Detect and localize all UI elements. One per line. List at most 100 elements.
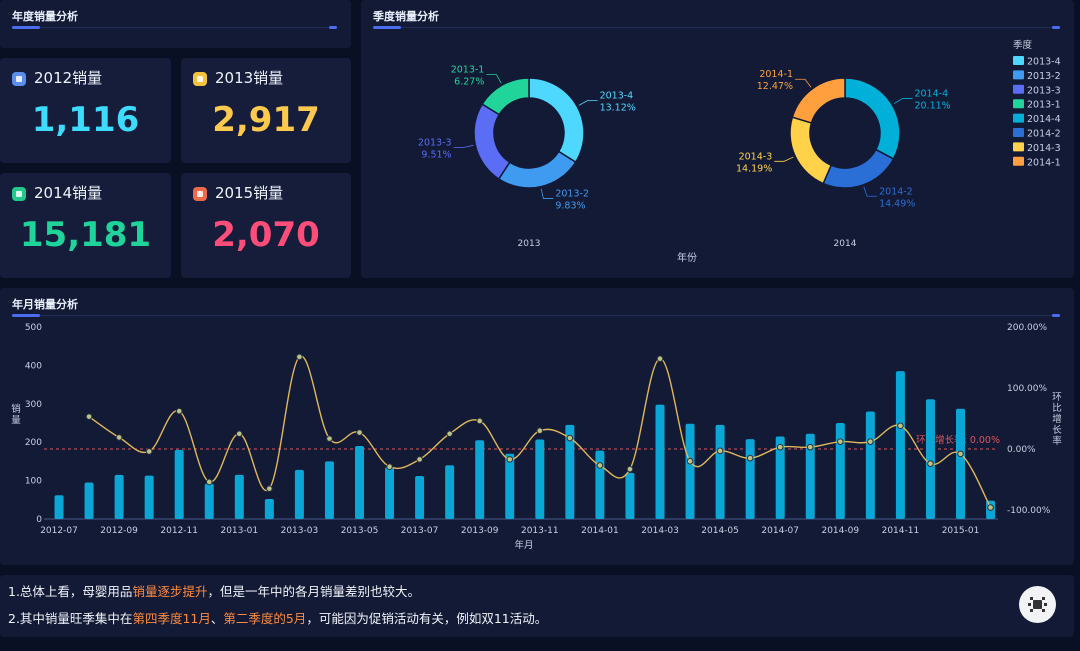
note-highlight: 第四季度11月 — [132, 611, 211, 626]
growth-rate-point — [686, 457, 694, 465]
y-tick-label: 200 — [25, 438, 42, 448]
note-line-2: 2.其中销量旺季集中在第四季度11月、第二季度的5月，可能因为促销活动有关，例如… — [8, 611, 548, 626]
pie-slice-value: 6.27% — [454, 76, 484, 87]
x-tick-label: 2012-07 — [40, 526, 78, 536]
growth-rate-point — [927, 460, 934, 467]
pie-category-label: 2014 — [834, 239, 857, 249]
card-label: 2014销量 — [34, 184, 103, 202]
pie-slice — [822, 148, 895, 189]
pie-slice-name: 2014-4 — [914, 89, 948, 100]
x-tick-label: 2013-01 — [220, 526, 258, 536]
card-label: 2012销量 — [34, 69, 103, 87]
x-tick-label: 2012-09 — [100, 526, 138, 536]
pie-label-line — [453, 144, 474, 148]
bar — [114, 474, 124, 519]
note-highlight: 第二季度的5月 — [223, 611, 307, 626]
pie-label-line — [486, 74, 502, 84]
x-tick-label: 2013-07 — [401, 526, 439, 536]
pie-slice — [789, 116, 833, 185]
legend-swatch — [1013, 156, 1024, 166]
growth-rate-point — [476, 417, 484, 425]
bar — [475, 440, 485, 519]
legend-entry: 2014-3 — [1027, 143, 1061, 154]
pie-slice-name: 2013-1 — [451, 64, 485, 75]
card-2015: 2015销量 2,070 — [181, 173, 351, 278]
x-tick-label: 2014-03 — [641, 526, 679, 536]
bar — [385, 467, 395, 519]
bar — [595, 450, 605, 519]
legend-swatch — [1013, 99, 1024, 109]
y-tick-label: 400 — [25, 361, 42, 371]
legend-entry: 2013-4 — [1027, 57, 1061, 68]
quarterly-panel: 季度销量分析 2013-4 13.12% 2013-2 9.83% 2013-3 9.51… — [361, 0, 1074, 278]
growth-rate-point — [957, 450, 964, 458]
x-tick-label: 2014-01 — [581, 526, 619, 536]
notes-panel: 1.总体上看，母婴用品销量逐步提升，但是一年中的各月销量差别也较大。 2.其中销… — [0, 575, 1074, 637]
card-value: 1,116 — [31, 100, 140, 140]
x-tick-label: 2012-11 — [160, 526, 198, 536]
pie-slice — [844, 77, 901, 160]
pie-x-axis-label: 年份 — [677, 251, 697, 264]
bar — [535, 439, 545, 519]
growth-rate-point — [506, 456, 514, 463]
pie-label-line — [578, 100, 598, 106]
pie-slice — [481, 77, 530, 116]
growth-rate-point — [596, 462, 604, 469]
y-tick-label: 100 — [25, 477, 42, 487]
yearly-panel: 年度销量分析 — [0, 0, 351, 48]
growth-rate-point — [446, 430, 453, 438]
x-axis-label: 年月 — [514, 539, 533, 551]
legend-swatch — [1013, 56, 1024, 65]
legend-swatch — [1013, 128, 1024, 137]
growth-rate-point — [776, 443, 784, 451]
settings-button[interactable] — [1019, 586, 1056, 623]
bar — [54, 495, 64, 519]
x-tick-label: 2014-11 — [882, 526, 920, 536]
growth-rate-point — [356, 429, 363, 436]
pie-slice-name: 2013-4 — [600, 90, 634, 101]
growth-rate-point — [626, 465, 634, 473]
bar — [745, 439, 755, 519]
legend-entry: 2014-2 — [1027, 129, 1061, 140]
pie-label-line — [795, 78, 812, 88]
pie-slice-name: 2013-2 — [555, 188, 589, 199]
x-tick-label: 2013-11 — [521, 526, 559, 536]
growth-rate-point — [175, 407, 183, 415]
legend-swatch — [1013, 70, 1024, 80]
card-value: 2,070 — [212, 215, 320, 255]
note-line-1: 1.总体上看，母婴用品销量逐步提升，但是一年中的各月销量差别也较大。 — [8, 584, 420, 599]
legend-swatch — [1013, 142, 1024, 152]
legend-title: 季度 — [1013, 39, 1033, 51]
pie-slice-name: 2014-2 — [879, 186, 913, 197]
bar — [84, 482, 94, 519]
legend-entry: 2013-1 — [1027, 100, 1061, 111]
pie-slice-value: 12.47% — [757, 81, 793, 92]
card-2013: 2013销量 2,917 — [181, 58, 351, 163]
bar — [234, 474, 244, 519]
growth-rate-point — [266, 485, 273, 492]
bar — [324, 461, 334, 519]
x-tick-label: 2013-09 — [461, 526, 499, 536]
bar — [625, 472, 635, 519]
growth-rate-point — [897, 422, 904, 430]
card-label: 2013销量 — [215, 69, 284, 87]
yearly-panel-title: 年度销量分析 — [12, 10, 78, 23]
y2-tick-label: 200.00% — [1007, 323, 1047, 333]
x-tick-label: 2014-05 — [701, 526, 739, 536]
pie-slice — [528, 77, 585, 164]
growth-rate-point — [746, 454, 754, 462]
growth-rate-point — [115, 434, 123, 441]
growth-rate-point — [867, 438, 874, 445]
pie-slice-value: 20.11% — [914, 101, 950, 112]
pie-slice-name: 2014-1 — [759, 69, 793, 80]
growth-rate-point — [205, 478, 213, 486]
pie-label-line — [893, 98, 913, 105]
bug-icon — [1028, 597, 1047, 612]
bar — [895, 371, 905, 519]
legend-entry: 2013-3 — [1027, 85, 1061, 96]
bar — [174, 449, 184, 519]
pie-category-label: 2013 — [518, 239, 541, 249]
x-tick-label: 2013-03 — [281, 526, 319, 536]
legend-entry: 2014-4 — [1027, 114, 1061, 125]
chart-icon — [12, 72, 26, 86]
